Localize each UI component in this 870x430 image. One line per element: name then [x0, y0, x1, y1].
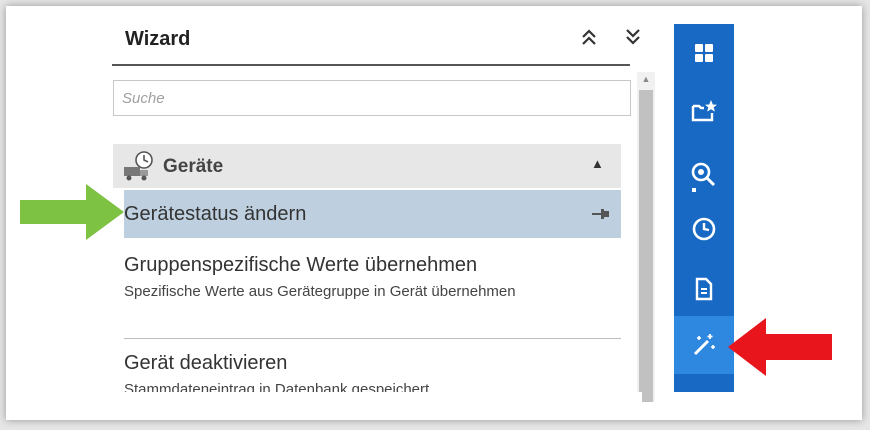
wizard-item-geraetestatus[interactable]: Gerätestatus ändern — [124, 190, 621, 238]
scrollbar-thumb[interactable] — [639, 90, 653, 402]
item-label: Gerätestatus ändern — [124, 203, 307, 225]
document-icon — [695, 277, 713, 301]
panel-title: Wizard — [125, 28, 191, 50]
right-sidebar — [674, 24, 734, 392]
truck-clock-icon — [124, 151, 153, 181]
sidebar-item-search[interactable] — [674, 148, 734, 206]
item-description: Stammdateneintrag in Datenbank gespeiche… — [124, 381, 430, 392]
group-header-geraete[interactable]: Geräte ▲ — [113, 144, 621, 188]
sidebar-item-dashboard[interactable] — [674, 24, 734, 82]
dashboard-icon — [695, 44, 713, 62]
scroll-up-arrow-icon[interactable]: ▲ — [641, 72, 651, 86]
sidebar-item-favorites[interactable] — [674, 82, 734, 140]
magic-wand-icon — [693, 334, 715, 356]
favorite-folder-icon — [691, 100, 717, 122]
search-zoom-icon — [691, 162, 716, 192]
item-divider — [124, 338, 621, 339]
sidebar-item-wizard[interactable] — [674, 316, 734, 374]
title-divider — [112, 64, 630, 66]
sidebar-item-history[interactable] — [674, 200, 734, 258]
double-chevron-up-icon[interactable] — [577, 26, 601, 52]
search-input[interactable] — [113, 80, 631, 116]
group-label: Geräte — [163, 156, 224, 177]
clock-icon — [692, 217, 716, 241]
wizard-item-gruppenspezifisch[interactable]: Gruppenspezifische Werte übernehmen Spez… — [124, 254, 621, 336]
item-description: Spezifische Werte aus Gerätegruppe in Ge… — [124, 283, 516, 300]
item-label: Gerät deaktivieren — [124, 352, 288, 374]
green-arrow-icon — [20, 184, 124, 240]
sidebar-item-document[interactable] — [674, 260, 734, 318]
item-label: Gruppenspezifische Werte übernehmen — [124, 254, 478, 276]
crop-mask — [112, 392, 642, 420]
pin-icon[interactable] — [591, 206, 611, 222]
caret-up-icon[interactable]: ▲ — [591, 156, 604, 171]
double-chevron-down-icon[interactable] — [621, 26, 645, 52]
red-arrow-icon — [728, 318, 832, 376]
wizard-item-geraet-deaktivieren[interactable]: Gerät deaktivieren Stammdateneintrag in … — [124, 352, 621, 392]
